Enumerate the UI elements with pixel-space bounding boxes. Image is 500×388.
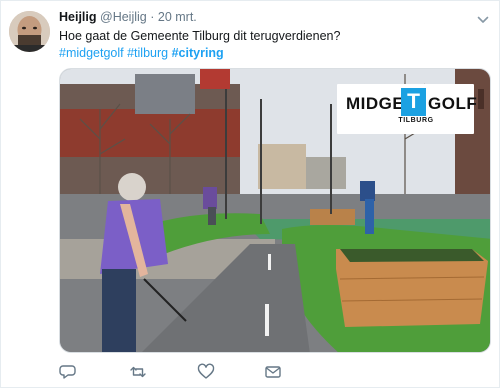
tweet-actions xyxy=(59,363,459,383)
logo-word-left: MIDGE xyxy=(346,94,405,113)
logo-word-right: GOLF xyxy=(428,94,478,113)
author-handle[interactable]: @Heijlig xyxy=(100,10,147,24)
message-icon[interactable] xyxy=(264,363,282,381)
tweet-text: Hoe gaat de Gemeente Tilburg dit terugve… xyxy=(59,28,489,61)
tweet-card[interactable]: Heijlig @Heijlig · 20 mrt. Hoe gaat de G… xyxy=(0,0,500,388)
tweet-header: Heijlig @Heijlig · 20 mrt. xyxy=(59,10,197,25)
logo-letter-t: T xyxy=(401,88,426,116)
hashtag-midgetgolf[interactable]: #midgetgolf xyxy=(59,46,124,60)
author-name[interactable]: Heijlig xyxy=(59,10,97,24)
hashtag-cityring[interactable]: #cityring xyxy=(172,46,224,60)
tweet-photo[interactable]: MIDGE T GOLF TILBURG xyxy=(59,68,491,353)
hashtag-tilburg[interactable]: #tilburg xyxy=(127,46,168,60)
tweet-body: Hoe gaat de Gemeente Tilburg dit terugve… xyxy=(59,29,341,43)
hashtag-line: #midgetgolf #tilburg #cityring xyxy=(59,45,489,61)
retweet-icon[interactable] xyxy=(129,363,147,381)
like-icon[interactable] xyxy=(197,363,215,381)
separator-dot: · xyxy=(150,10,155,24)
logo-subtitle: TILBURG xyxy=(398,117,434,124)
reply-icon[interactable] xyxy=(59,363,77,381)
avatar[interactable] xyxy=(9,11,50,52)
chevron-down-icon[interactable] xyxy=(477,12,489,23)
midgetgolf-logo: MIDGE T GOLF TILBURG xyxy=(337,84,478,134)
tweet-date[interactable]: 20 mrt. xyxy=(158,10,197,24)
